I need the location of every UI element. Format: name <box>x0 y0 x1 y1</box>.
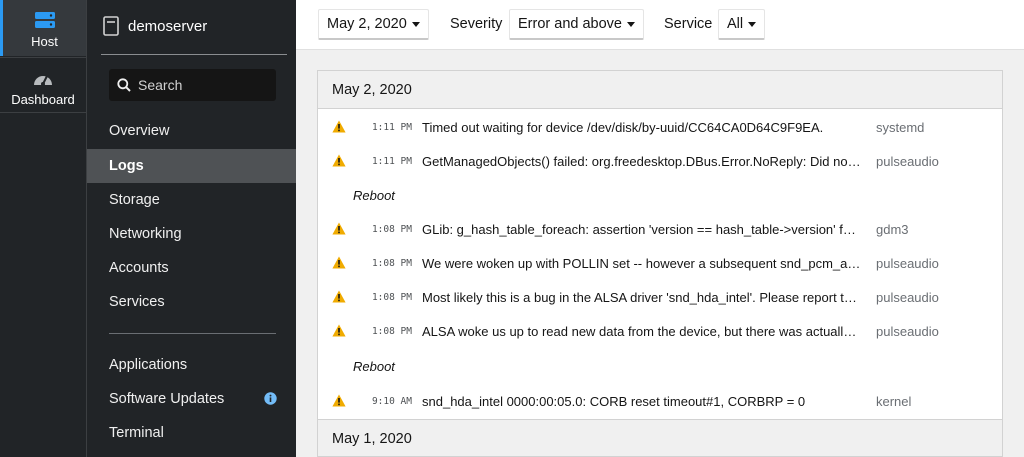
service-value: All <box>727 16 744 32</box>
nav-item-label: Applications <box>109 357 188 373</box>
service-dropdown[interactable]: All <box>718 9 766 40</box>
log-time: 1:08 PM <box>371 291 412 303</box>
log-message: snd_hda_intel 0000:00:05.0: CORB reset t… <box>422 393 806 409</box>
nav-item-storage[interactable]: Storage <box>87 183 297 217</box>
rail-host[interactable]: Host <box>0 0 86 56</box>
info-circle-icon <box>264 392 277 405</box>
nav-item-label: Software Updates <box>109 391 225 407</box>
log-message: ALSA woke us up to read new data from th… <box>422 323 862 339</box>
log-service: pulseaudio <box>876 255 939 271</box>
log-time: 9:10 AM <box>371 395 412 407</box>
warning-triangle-icon <box>332 120 346 133</box>
log-entry[interactable]: 9:10 AM snd_hda_intel 0000:00:05.0: CORB… <box>318 384 1002 418</box>
log-entry[interactable]: 1:08 PM Most likely this is a bug in the… <box>318 280 1002 314</box>
log-time: 1:08 PM <box>371 325 412 337</box>
log-message: Timed out waiting for device /dev/disk/b… <box>422 119 824 135</box>
logs-page: May 2, 2020 Severity Error and above Ser… <box>296 0 1024 457</box>
gauge-icon <box>34 75 52 86</box>
log-message: GLib: g_hash_table_foreach: assertion 'v… <box>422 221 862 237</box>
warning-triangle-icon <box>332 324 346 337</box>
log-message: Most likely this is a bug in the ALSA dr… <box>422 289 862 305</box>
nav-divider <box>101 54 287 55</box>
server-header[interactable]: demoserver <box>103 16 207 36</box>
logs-toolbar: May 2, 2020 Severity Error and above Ser… <box>296 0 1024 50</box>
search-icon <box>117 78 131 92</box>
log-entry[interactable]: 1:08 PM GLib: g_hash_table_foreach: asse… <box>318 212 1002 246</box>
nav-item-label: Storage <box>109 192 160 208</box>
log-service: gdm3 <box>876 221 909 237</box>
nav-divider <box>109 333 276 334</box>
log-entry[interactable]: 1:11 PM GetManagedObjects() failed: org.… <box>318 144 1002 178</box>
log-time: 1:11 PM <box>371 155 412 167</box>
nav-item-label: Logs <box>109 158 144 174</box>
nav-item-overview[interactable]: Overview <box>87 114 297 148</box>
rail-dashboard-label: Dashboard <box>11 92 75 107</box>
date-filter-value: May 2, 2020 <box>327 16 407 32</box>
nav-sidebar: demoserver Overview Logs Storage Network… <box>86 0 297 457</box>
nav-item-logs[interactable]: Logs <box>87 149 297 183</box>
nav-item-software-updates[interactable]: Software Updates <box>87 382 297 416</box>
reboot-marker: Reboot <box>353 188 395 203</box>
nav-item-label: Terminal <box>109 425 164 441</box>
caret-down-icon <box>411 21 420 27</box>
log-entry[interactable]: 1:08 PM ALSA woke us up to read new data… <box>318 314 1002 348</box>
nav-item-accounts[interactable]: Accounts <box>87 251 297 285</box>
log-time: 1:08 PM <box>371 257 412 269</box>
search-box[interactable] <box>109 69 276 101</box>
warning-triangle-icon <box>332 290 346 303</box>
day-header: May 2, 2020 <box>318 71 1002 109</box>
log-entry[interactable]: 1:08 PM We were woken up with POLLIN set… <box>318 246 1002 280</box>
caret-down-icon <box>626 21 635 27</box>
host-switcher-rail: Host Dashboard <box>0 0 86 457</box>
nav-item-label: Networking <box>109 226 182 242</box>
nav-item-label: Services <box>109 294 165 310</box>
day-header: May 1, 2020 <box>318 419 1002 457</box>
search-input[interactable] <box>138 77 268 93</box>
warning-triangle-icon <box>332 256 346 269</box>
log-service: pulseaudio <box>876 323 939 339</box>
nav-item-label: Accounts <box>109 260 169 276</box>
service-label: Service <box>664 16 713 32</box>
log-entry[interactable]: 1:11 PM Timed out waiting for device /de… <box>318 110 1002 144</box>
log-service: pulseaudio <box>876 153 939 169</box>
severity-value: Error and above <box>518 16 622 32</box>
nav-item-label: Overview <box>109 123 170 139</box>
nav-item-networking[interactable]: Networking <box>87 217 297 251</box>
log-time: 1:08 PM <box>371 223 412 235</box>
warning-triangle-icon <box>332 222 346 235</box>
server-name: demoserver <box>128 17 208 35</box>
date-filter-dropdown[interactable]: May 2, 2020 <box>318 9 429 40</box>
severity-dropdown[interactable]: Error and above <box>509 9 644 40</box>
nav-item-terminal[interactable]: Terminal <box>87 416 297 450</box>
severity-label: Severity <box>450 16 503 32</box>
rail-host-label: Host <box>31 34 58 49</box>
log-service: pulseaudio <box>876 289 939 305</box>
log-message: GetManagedObjects() failed: org.freedesk… <box>422 153 862 169</box>
log-service: systemd <box>876 119 925 135</box>
nav-item-services[interactable]: Services <box>87 285 297 319</box>
reboot-marker: Reboot <box>353 359 395 374</box>
nav-item-applications[interactable]: Applications <box>87 348 297 382</box>
log-message: We were woken up with POLLIN set -- howe… <box>422 255 862 271</box>
rail-dashboard[interactable]: Dashboard <box>0 57 86 113</box>
log-time: 1:11 PM <box>371 121 412 133</box>
server-stack-icon <box>34 12 55 28</box>
log-list: May 2, 2020 1:11 PM Timed out waiting fo… <box>317 70 1003 457</box>
warning-triangle-icon <box>332 154 346 167</box>
document-icon <box>103 16 119 36</box>
warning-triangle-icon <box>332 394 346 407</box>
log-service: kernel <box>876 393 912 409</box>
caret-down-icon <box>748 21 757 27</box>
